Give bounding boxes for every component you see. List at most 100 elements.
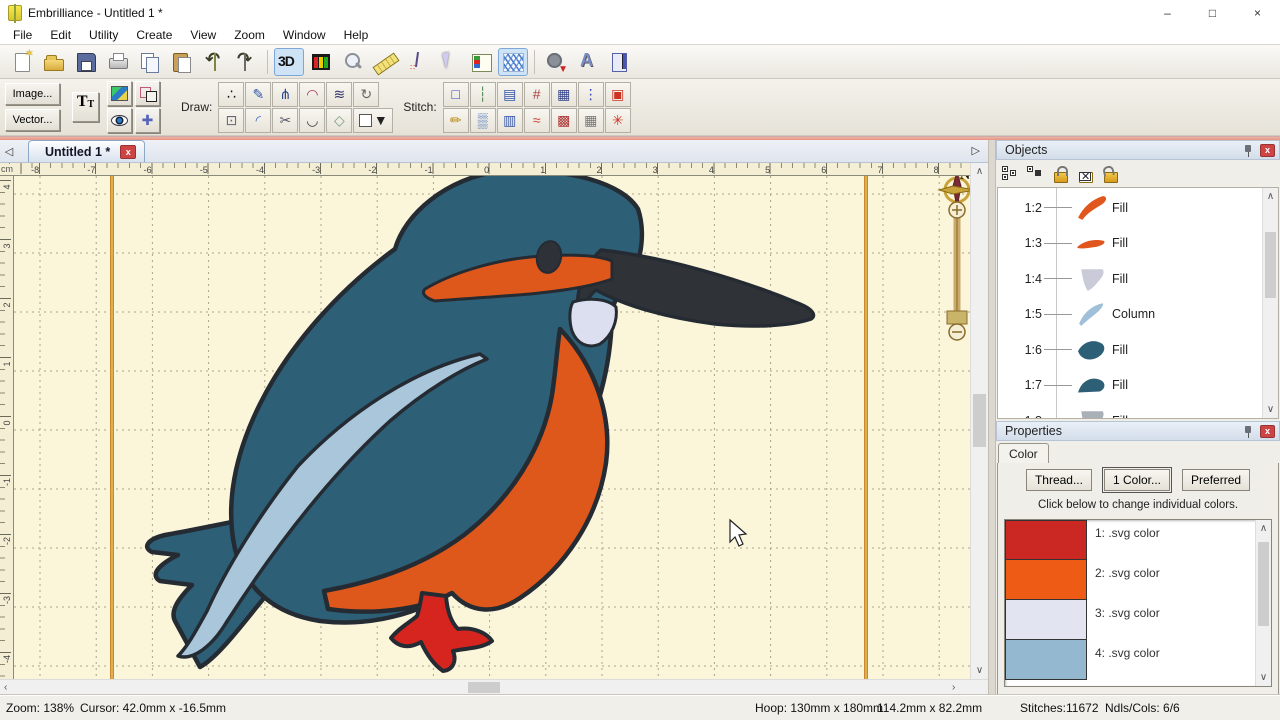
menu-edit[interactable]: Edit xyxy=(41,26,80,44)
satin-stitch-button[interactable]: ▤ xyxy=(497,82,523,107)
color-swatch[interactable] xyxy=(1005,640,1087,680)
3d-view-button[interactable] xyxy=(274,48,304,76)
dome-tool-button[interactable]: ◠ xyxy=(299,82,325,107)
batch-convert-button[interactable] xyxy=(541,48,571,76)
color-row-4[interactable]: 4: .svg color xyxy=(1005,640,1271,680)
pin-icon[interactable] xyxy=(1242,143,1254,157)
sew-simulate-button[interactable] xyxy=(402,48,432,76)
scroll-up-icon[interactable]: ∧ xyxy=(1263,191,1278,202)
scroll-up-icon[interactable]: ∧ xyxy=(1256,523,1271,534)
move-cross-button[interactable]: ✚ xyxy=(135,108,160,133)
objects-list[interactable]: 1:2Fill1:3Fill1:4Fill1:5Column1:6Fill1:7… xyxy=(997,187,1279,419)
color-swatch[interactable] xyxy=(1005,600,1087,640)
blanket-stitch-button[interactable]: # xyxy=(524,82,550,107)
kingfisher-design[interactable] xyxy=(147,170,813,671)
pen-tool-button[interactable]: ✎ xyxy=(245,82,271,107)
objects-panel-close-icon[interactable]: x xyxy=(1260,144,1275,157)
column-stitch-button[interactable]: ▥ xyxy=(497,108,523,133)
tab-scroll-right-icon[interactable]: ▷ xyxy=(972,144,980,157)
scroll-down-icon[interactable]: ∨ xyxy=(971,665,988,676)
fill-swatch-dropdown-button[interactable]: ▼ xyxy=(353,108,393,133)
unlock-icon[interactable] xyxy=(1102,166,1118,182)
fill-stitch-button[interactable]: ▒ xyxy=(470,108,496,133)
tab-color[interactable]: Color xyxy=(998,443,1049,463)
design-canvas[interactable]: N -8-7-6-5-4-3-2-1012345678 43210-1-2-3-… xyxy=(0,163,988,679)
scroll-down-icon[interactable]: ∨ xyxy=(1263,404,1278,415)
ungroup-icon[interactable] xyxy=(1027,166,1043,182)
color-row-2[interactable]: 2: .svg color xyxy=(1005,560,1271,600)
preferred-button[interactable]: Preferred xyxy=(1182,469,1250,491)
print-button[interactable] xyxy=(103,48,133,76)
objects-list-scrollbar[interactable]: ∧ ∨ xyxy=(1262,188,1278,418)
color-row-3[interactable]: 3: .svg color xyxy=(1005,600,1271,640)
star-stitch-button[interactable]: ✳ xyxy=(605,108,631,133)
open-file-button[interactable] xyxy=(39,48,69,76)
zoom-slider[interactable] xyxy=(947,202,967,340)
new-file-button[interactable] xyxy=(7,48,37,76)
image-thumb-button[interactable] xyxy=(107,81,132,106)
objects-scroll-thumb[interactable] xyxy=(1265,232,1276,298)
tab-scroll-left-icon[interactable]: ◁ xyxy=(0,145,18,158)
color-swatch[interactable] xyxy=(1005,520,1087,560)
point-tool-button[interactable]: ∴ xyxy=(218,82,244,107)
object-row-1-8[interactable]: 1:8Fill xyxy=(998,403,1261,419)
1-color-button[interactable]: 1 Color... xyxy=(1104,469,1170,491)
color-scroll-thumb[interactable] xyxy=(1258,542,1269,626)
scroll-left-icon[interactable]: ‹ xyxy=(4,682,7,693)
scroll-up-icon[interactable]: ∧ xyxy=(971,166,988,177)
tab-close-icon[interactable]: x xyxy=(120,145,136,159)
vertical-scroll-thumb[interactable] xyxy=(973,394,986,447)
rotate-tool-button[interactable]: ↻ xyxy=(353,82,379,107)
redo-button[interactable] xyxy=(231,48,261,76)
lock-icon[interactable] xyxy=(1052,166,1068,182)
run-stitch-button[interactable]: ┆ xyxy=(470,82,496,107)
applique-stitch-button[interactable]: ▣ xyxy=(605,82,631,107)
canvas-vertical-scrollbar[interactable]: ∧ ∨ xyxy=(970,163,988,679)
scroll-down-icon[interactable]: ∨ xyxy=(1256,672,1271,683)
pointer-button[interactable] xyxy=(434,48,464,76)
dot-stitch-button[interactable]: ⋮ xyxy=(578,82,604,107)
stitch-view-button[interactable] xyxy=(498,48,528,76)
needle-tool-button[interactable]: ⋔ xyxy=(272,82,298,107)
object-row-1-4[interactable]: 1:4Fill xyxy=(998,261,1261,297)
wave-stitch-button[interactable]: ≈ xyxy=(524,108,550,133)
object-row-1-5[interactable]: 1:5Column xyxy=(998,297,1261,333)
pin-icon[interactable] xyxy=(1242,424,1254,438)
design-notes-button[interactable] xyxy=(605,48,635,76)
save-file-button[interactable] xyxy=(71,48,101,76)
pattern-stitch-button[interactable]: ▦ xyxy=(551,82,577,107)
lettering-button[interactable] xyxy=(573,48,603,76)
close-button[interactable]: × xyxy=(1235,0,1280,25)
menu-view[interactable]: View xyxy=(181,26,225,44)
cut-tool-button[interactable]: ✂ xyxy=(272,108,298,133)
color-bars-button[interactable] xyxy=(306,48,336,76)
image-button[interactable]: Image... xyxy=(5,83,60,105)
menu-help[interactable]: Help xyxy=(335,26,378,44)
lock-crossed-icon[interactable] xyxy=(1077,166,1093,182)
measure-button[interactable] xyxy=(370,48,400,76)
copy-button[interactable] xyxy=(135,48,165,76)
color-swatch[interactable] xyxy=(1005,560,1087,600)
thread-button[interactable]: Thread... xyxy=(1026,469,1092,491)
menu-window[interactable]: Window xyxy=(274,26,335,44)
panel-splitter[interactable] xyxy=(988,140,996,695)
undo-button[interactable] xyxy=(199,48,229,76)
group-icon[interactable] xyxy=(1002,166,1018,182)
maximize-button[interactable]: □ xyxy=(1190,0,1235,25)
eye-button[interactable] xyxy=(107,108,132,133)
thread-color-list[interactable]: 1: .svg color2: .svg color3: .svg color4… xyxy=(1004,519,1272,687)
color-list-scrollbar[interactable]: ∧ ∨ xyxy=(1255,520,1271,686)
zoom-tool-button[interactable] xyxy=(338,48,368,76)
menu-file[interactable]: File xyxy=(4,26,41,44)
magic-select-tool-button[interactable]: ⊡ xyxy=(218,108,244,133)
object-list-button[interactable] xyxy=(466,48,496,76)
menu-zoom[interactable]: Zoom xyxy=(225,26,274,44)
mesh-stitch-button[interactable]: ▦ xyxy=(578,108,604,133)
color-row-1[interactable]: 1: .svg color xyxy=(1005,520,1271,560)
object-row-1-7[interactable]: 1:7Fill xyxy=(998,368,1261,404)
overlap-squares-button[interactable] xyxy=(135,81,160,106)
outline-stitch-button[interactable]: □ xyxy=(443,82,469,107)
canvas-horizontal-scrollbar[interactable]: ‹ › xyxy=(0,679,988,695)
vector-button[interactable]: Vector... xyxy=(5,109,60,131)
pencil-stitch-button[interactable]: ✏ xyxy=(443,108,469,133)
